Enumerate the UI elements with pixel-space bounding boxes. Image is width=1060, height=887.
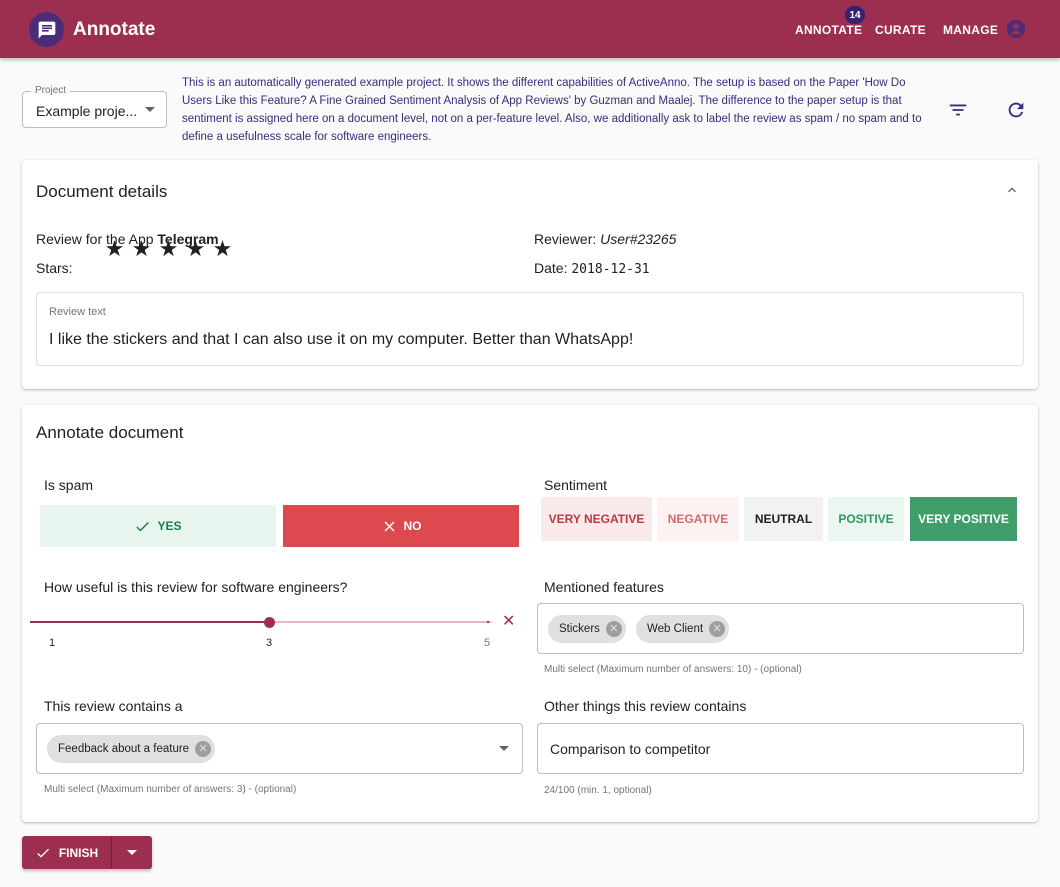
chip-remove-icon[interactable]: ✕ bbox=[195, 741, 212, 757]
mentioned-features-label: Mentioned features bbox=[544, 579, 664, 595]
other-things-input[interactable]: Comparison to competitor bbox=[537, 723, 1024, 774]
app-bar: Annotate ANNOTATE 14 CURATE MANAGE bbox=[0, 0, 1060, 58]
chat-logo-icon[interactable] bbox=[29, 12, 64, 47]
chip-label: Feedback about a feature bbox=[58, 743, 190, 755]
reviewer-line: Reviewer: User#23265 bbox=[534, 231, 676, 247]
date-value: 2018-12-31 bbox=[571, 262, 650, 277]
sentiment-label: Sentiment bbox=[544, 477, 608, 493]
usefulness-slider-fill bbox=[31, 621, 269, 623]
account-icon[interactable] bbox=[1006, 19, 1026, 39]
project-select-value: Example proje... bbox=[36, 103, 138, 119]
annotate-document-title: Annotate document bbox=[36, 423, 184, 442]
review-contains-select[interactable]: Feedback about a feature ✕ bbox=[36, 723, 523, 774]
usefulness-value-label: 3 bbox=[266, 637, 273, 649]
star-rating: ★ ★ ★ ★ ★ bbox=[104, 238, 233, 260]
date-line: Date: 2018-12-31 bbox=[534, 260, 650, 277]
stars-label: Stars: bbox=[36, 260, 73, 276]
nav-curate[interactable]: CURATE bbox=[875, 23, 926, 37]
sentiment-positive-button[interactable]: POSITIVE bbox=[828, 497, 904, 541]
feature-chip: Stickers ✕ bbox=[548, 615, 626, 643]
sentiment-very-negative-button[interactable]: VERY NEGATIVE bbox=[541, 497, 652, 541]
close-icon bbox=[384, 521, 394, 531]
caret-down-icon bbox=[127, 850, 137, 855]
mentioned-features-field[interactable]: Stickers ✕ Web Client ✕ bbox=[537, 603, 1024, 654]
finish-dropdown-button[interactable] bbox=[112, 836, 152, 869]
usefulness-max-label: 5 bbox=[484, 637, 491, 649]
clear-icon[interactable]: ✕ bbox=[502, 614, 515, 630]
check-icon bbox=[37, 848, 49, 858]
contains-chip: Feedback about a feature ✕ bbox=[47, 735, 216, 763]
slider-tick bbox=[30, 621, 32, 623]
review-contains-label: This review contains a bbox=[44, 698, 183, 714]
sentiment-neutral-button[interactable]: NEUTRAL bbox=[744, 497, 823, 541]
feature-chip: Web Client ✕ bbox=[636, 615, 730, 643]
chip-label: Web Client bbox=[647, 623, 704, 635]
spam-yes-label: YES bbox=[157, 519, 182, 533]
slider-tick bbox=[487, 621, 489, 623]
star-icon: ★ bbox=[131, 236, 152, 261]
review-text-box: Review text I like the stickers and that… bbox=[36, 292, 1024, 366]
document-details-card: Document details Review for the App Tele… bbox=[22, 160, 1038, 389]
nav-annotate[interactable]: ANNOTATE bbox=[795, 23, 862, 37]
spam-yes-button[interactable]: YES bbox=[40, 505, 276, 547]
usefulness-slider-thumb[interactable] bbox=[264, 617, 275, 628]
annotate-count-badge: 14 bbox=[845, 6, 865, 24]
spam-no-button[interactable]: NO bbox=[283, 505, 519, 547]
sentiment-very-positive-button[interactable]: VERY POSITIVE bbox=[910, 497, 1017, 541]
star-icon: ★ bbox=[185, 236, 206, 261]
reviewer-label: Reviewer: bbox=[534, 231, 597, 247]
chip-remove-icon[interactable]: ✕ bbox=[605, 621, 622, 637]
chevron-down-icon bbox=[145, 107, 155, 112]
document-details-title: Document details bbox=[36, 182, 168, 201]
annotate-document-card: Annotate document Is spam YES NO Sentime… bbox=[22, 405, 1038, 822]
date-label: Date: bbox=[534, 260, 568, 276]
review-contains-helper: Multi select (Maximum number of answers:… bbox=[44, 784, 297, 795]
filter-icon[interactable] bbox=[947, 99, 969, 121]
review-text-label: Review text bbox=[49, 306, 106, 318]
reviewer-name: User#23265 bbox=[600, 231, 677, 247]
app-title: Annotate bbox=[73, 19, 156, 40]
star-icon: ★ bbox=[158, 236, 179, 261]
chip-remove-icon[interactable]: ✕ bbox=[709, 621, 726, 637]
other-things-label: Other things this review contains bbox=[544, 698, 747, 714]
other-things-value: Comparison to competitor bbox=[550, 741, 711, 757]
project-select[interactable]: Example proje... bbox=[22, 91, 167, 128]
star-icon: ★ bbox=[104, 236, 125, 261]
refresh-icon[interactable] bbox=[1005, 99, 1027, 121]
finish-button[interactable]: FINISH bbox=[22, 836, 111, 869]
project-select-label: Project bbox=[31, 85, 71, 96]
star-icon: ★ bbox=[212, 236, 233, 261]
usefulness-min-label: 1 bbox=[49, 637, 56, 649]
sentiment-negative-button[interactable]: NEGATIVE bbox=[657, 497, 739, 541]
review-text: I like the stickers and that I can also … bbox=[49, 331, 634, 348]
mentioned-features-helper: Multi select (Maximum number of answers:… bbox=[544, 664, 802, 675]
spam-no-label: NO bbox=[403, 519, 422, 533]
chevron-down-icon[interactable] bbox=[499, 746, 509, 751]
usefulness-label: How useful is this review for software e… bbox=[44, 579, 348, 595]
chip-label: Stickers bbox=[559, 623, 600, 635]
nav-manage[interactable]: MANAGE bbox=[943, 23, 998, 37]
check-icon bbox=[136, 521, 150, 531]
chevron-up-icon[interactable] bbox=[1004, 182, 1020, 198]
is-spam-label: Is spam bbox=[44, 477, 94, 493]
finish-label: FINISH bbox=[58, 845, 99, 860]
project-description: This is an automatically generated examp… bbox=[182, 77, 922, 143]
other-things-helper: 24/100 (min. 1, optional) bbox=[544, 785, 652, 796]
